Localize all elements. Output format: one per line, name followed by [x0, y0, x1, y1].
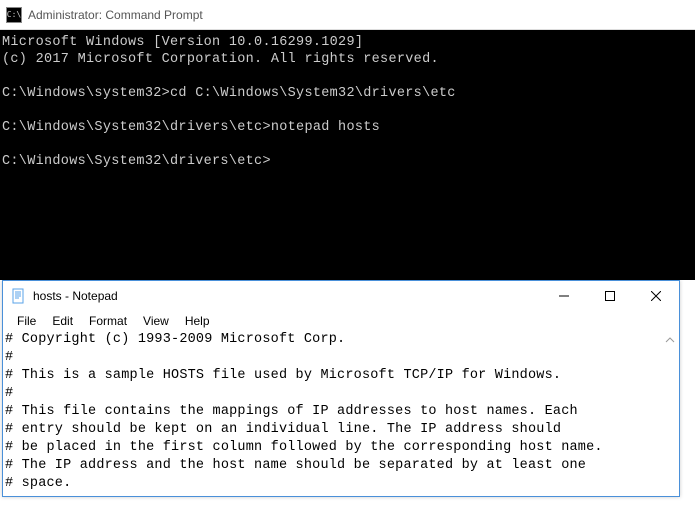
cmd-line: Microsoft Windows [Version 10.0.16299.10… — [2, 35, 363, 50]
text-line: # This file contains the mappings of IP … — [5, 404, 578, 419]
text-line: # be placed in the first column followed… — [5, 440, 603, 455]
cmd-line: C:\Windows\System32\drivers\etc> — [2, 154, 271, 169]
scroll-up-icon[interactable] — [663, 335, 677, 348]
window-controls — [541, 281, 679, 311]
cmd-titlebar[interactable]: C:\ Administrator: Command Prompt — [0, 0, 695, 30]
notepad-title: hosts - Notepad — [33, 289, 541, 303]
menu-file[interactable]: File — [9, 312, 44, 330]
notepad-body-wrap: # Copyright (c) 1993-2009 Microsoft Corp… — [3, 331, 679, 496]
minimize-button[interactable] — [541, 281, 587, 311]
text-line: # — [5, 350, 13, 365]
cmd-line: (c) 2017 Microsoft Corporation. All righ… — [2, 52, 439, 67]
cmd-line: C:\Windows\System32\drivers\etc>notepad … — [2, 120, 380, 135]
command-prompt-window: C:\ Administrator: Command Prompt Micros… — [0, 0, 695, 280]
text-line: # entry should be kept on an individual … — [5, 422, 561, 437]
notepad-text-area[interactable]: # Copyright (c) 1993-2009 Microsoft Corp… — [3, 331, 679, 496]
notepad-icon — [11, 288, 27, 304]
notepad-menubar: File Edit Format View Help — [3, 311, 679, 331]
text-line: # space. — [5, 476, 71, 491]
menu-format[interactable]: Format — [81, 312, 135, 330]
text-line: # — [5, 386, 13, 401]
notepad-window: hosts - Notepad File Edit Format View He… — [2, 280, 680, 497]
text-line: # Copyright (c) 1993-2009 Microsoft Corp… — [5, 332, 345, 347]
cmd-title: Administrator: Command Prompt — [28, 8, 203, 22]
close-button[interactable] — [633, 281, 679, 311]
cmd-line: C:\Windows\system32>cd C:\Windows\System… — [2, 86, 456, 101]
maximize-button[interactable] — [587, 281, 633, 311]
menu-help[interactable]: Help — [177, 312, 218, 330]
menu-edit[interactable]: Edit — [44, 312, 81, 330]
cmd-icon: C:\ — [6, 7, 22, 23]
text-line: # The IP address and the host name shoul… — [5, 458, 586, 473]
cmd-terminal-output[interactable]: Microsoft Windows [Version 10.0.16299.10… — [0, 30, 695, 280]
menu-view[interactable]: View — [135, 312, 177, 330]
notepad-titlebar[interactable]: hosts - Notepad — [3, 281, 679, 311]
text-line: # This is a sample HOSTS file used by Mi… — [5, 368, 561, 383]
